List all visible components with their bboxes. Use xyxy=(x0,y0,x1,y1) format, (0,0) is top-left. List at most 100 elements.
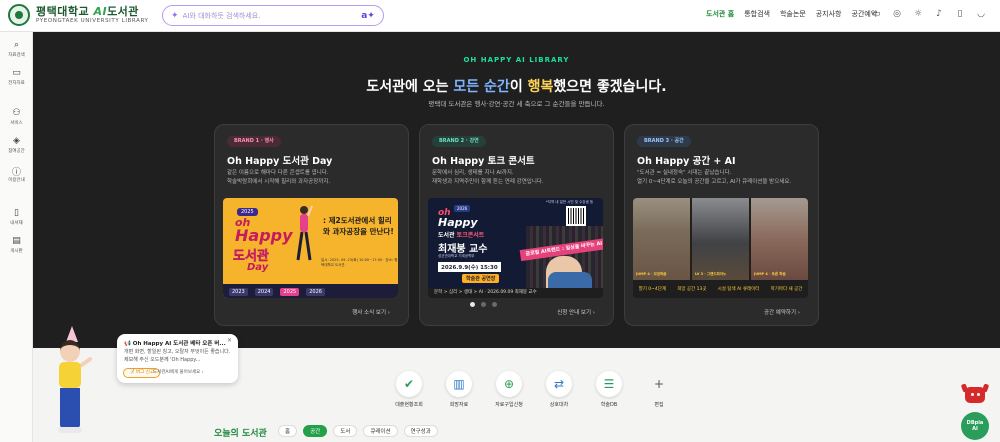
card-link[interactable]: 행사 소식 보기 › xyxy=(352,308,390,316)
bell-icon[interactable]: ♪ xyxy=(933,8,945,20)
cart-plus-icon: ⊕ xyxy=(496,371,522,397)
poster-year-tag: 2026 xyxy=(454,205,471,212)
shortcut-label: 상호대차 xyxy=(549,402,569,408)
card-description: 문학에서 심리, 생태를 지나 AI까지. 재학생과 지역주민이 함께 듣는 연… xyxy=(432,170,544,186)
card-title: Oh Happy 도서관 Day xyxy=(227,156,333,167)
theme-icon[interactable]: ☼ xyxy=(912,8,924,20)
poster-date: 2026.9.9(수) 15:30 xyxy=(438,262,501,272)
carousel-dot[interactable] xyxy=(492,302,497,307)
shortcut-purchase-request[interactable]: ⊕ 자료구입신청 xyxy=(484,371,534,408)
poster-happy: Happy xyxy=(438,216,478,229)
bubble-title: 📢 Oh Happy AI 도서관 베타 오픈 버... xyxy=(124,341,226,347)
close-icon[interactable]: ✕ xyxy=(227,337,232,344)
event-poster-image[interactable]: 2025 oh Happy 도서관 Day : 제2도서관에서 힐리와 과자공장… xyxy=(223,198,398,298)
poster-subtitle: 도서관 토크콘서트 xyxy=(438,232,485,239)
poster-caption: 문학 > 심리 > 생태 > AI · 2026.09.09 최재붕 교수 xyxy=(428,288,603,298)
sidebar-item-services[interactable]: ⚇ 서비스 xyxy=(0,108,33,126)
fab-line2: AI xyxy=(972,426,978,432)
card-link[interactable]: 공간 예약하기 › xyxy=(764,308,800,316)
open-book-icon: ▥ xyxy=(446,371,472,397)
ai-search-icon[interactable]: a✦ xyxy=(361,9,375,23)
globe-icon[interactable]: ◎ xyxy=(891,8,903,20)
today-filter-tabs: 홈 공간 도서 큐레이션 연구성과 xyxy=(278,425,444,437)
filter-tab-curation[interactable]: 큐레이션 xyxy=(363,425,398,437)
university-emblem-icon xyxy=(8,4,30,26)
sidebar-label: 참여공간 xyxy=(8,149,25,154)
translate-icon[interactable]: ▭ xyxy=(870,8,882,20)
space-photo: JUMP 4 · 모임학습 xyxy=(633,198,690,280)
ai-search-bar[interactable]: ✦ a✦ xyxy=(162,5,384,26)
assistant-bubble: 📢 Oh Happy AI 도서관 베타 오픈 버... 개편 화면, 할일된 … xyxy=(117,334,238,383)
sidebar-item-board[interactable]: ▤ 게시판 xyxy=(0,236,33,254)
sidebar-label: 전자자료 xyxy=(8,81,25,86)
shortcut-edit[interactable]: + 편집 xyxy=(634,371,684,408)
mascot-arm xyxy=(79,356,93,368)
logo-title: 평택대학교 AI도서관 xyxy=(36,4,139,18)
monitor-icon: ▭ xyxy=(12,68,21,78)
shortcut-interlibrary-loan[interactable]: ⇄ 상호대차 xyxy=(534,371,584,408)
left-sidebar: ⌕ 자료검색 ▭ 전자자료 ⚇ 서비스 ◈ 참여공간 ⓘ 이용안내 ▯ 내서재 … xyxy=(0,32,33,442)
sidebar-item-search[interactable]: ⌕ 자료검색 xyxy=(0,40,33,58)
sidebar-item-guide[interactable]: ⓘ 이용안내 xyxy=(0,165,33,183)
filter-tab-books[interactable]: 도서 xyxy=(333,425,358,437)
poster-place: 학술관 공연장 xyxy=(462,274,500,283)
sidebar-item-eresources[interactable]: ▭ 전자자료 xyxy=(0,68,33,86)
sidebar-label: 서비스 xyxy=(10,121,23,126)
shortcut-loan-status[interactable]: ✔ 대출현황조회 xyxy=(384,371,434,408)
nav-notices[interactable]: 공지사항 xyxy=(816,9,842,19)
shortcut-label: 대출현황조회 xyxy=(395,402,423,408)
sidebar-item-participation[interactable]: ◈ 참여공간 xyxy=(0,136,33,154)
layers-icon: ◈ xyxy=(13,136,20,146)
database-icon: ☰ xyxy=(596,371,622,397)
nav-home[interactable]: 도서관 홈 xyxy=(706,9,734,19)
quick-shortcuts: ✔ 대출현황조회 ▥ 희망자료 ⊕ 자료구입신청 ⇄ 상호대차 ☰ 학술DB +… xyxy=(384,371,684,408)
filter-tab-research[interactable]: 연구성과 xyxy=(403,425,438,437)
shortcut-wish-materials[interactable]: ▥ 희망자료 xyxy=(434,371,484,408)
brand-card-space[interactable]: BRAND 3 · 공간 Oh Happy 공간 + AI "도서관 = 실내정… xyxy=(624,124,819,326)
top-icons: ▭ ◎ ☼ ♪ ▯ ◡ xyxy=(870,8,996,20)
carousel-dot-active[interactable] xyxy=(470,302,475,307)
robot-mascot-icon[interactable] xyxy=(960,381,990,405)
space-photos[interactable]: JUMP 4 · 모임학습 LV 3 · 그랜드피아노 JUMP 4 · 토론 … xyxy=(633,198,808,298)
card-link[interactable]: 신청 안내 보기 › xyxy=(557,308,595,316)
poster-tag: *지역 내 일반 시민 및 수강생 등 xyxy=(546,200,594,204)
library-logo[interactable]: 평택대학교 AI도서관 PYEONGTAEK UNIVERSITY LIBRAR… xyxy=(8,4,149,26)
search-input[interactable] xyxy=(182,11,343,20)
check-shield-icon: ✔ xyxy=(396,371,422,397)
filter-tab-home[interactable]: 홈 xyxy=(278,425,298,437)
sidebar-item-my-library[interactable]: ▯ 내서재 xyxy=(0,208,33,226)
card-description: 같은 이름으로 해마다 다른 콘셉트를 엽니다. 학술박람회에서 시작해 힐리와… xyxy=(227,170,331,186)
poster-day: Day xyxy=(247,262,269,273)
brand-card-talk[interactable]: BRAND 2 · 강연 Oh Happy 토크 콘서트 문학에서 심리, 생태… xyxy=(419,124,614,326)
space-feature: 시설 탐색 AI 큐레이터 xyxy=(717,287,760,292)
year-tag: 2024 xyxy=(254,288,274,296)
shortcut-academic-db[interactable]: ☰ 학술DB xyxy=(584,371,634,408)
nav-integrated-search[interactable]: 통합검색 xyxy=(744,9,770,19)
plus-icon: + xyxy=(653,377,665,391)
bookshelf-icon: ▯ xyxy=(14,208,19,218)
dbpia-ai-button[interactable]: DBpia AI xyxy=(961,412,989,440)
brand-card-events[interactable]: BRAND 1 · 행사 Oh Happy 도서관 Day 같은 이름으로 해마… xyxy=(214,124,409,326)
carousel-dot[interactable] xyxy=(481,302,486,307)
profile-icon[interactable]: ◡ xyxy=(975,8,987,20)
mascot-torso xyxy=(59,362,81,388)
bookmark-icon[interactable]: ▯ xyxy=(954,8,966,20)
qr-code-icon xyxy=(566,206,586,226)
shortcut-label: 학술DB xyxy=(600,402,618,408)
year-tag: 2023 xyxy=(229,288,248,296)
shortcut-label: 자료구입신청 xyxy=(495,402,523,408)
mascot-legs xyxy=(60,388,80,428)
space-photo: LV 3 · 그랜드피아노 xyxy=(692,198,749,280)
talk-poster-image[interactable]: *지역 내 일반 시민 및 수강생 등 2026 oh Happy 도서관 토크… xyxy=(428,198,603,298)
card-description: "도서관 = 실내정숙" 시대는 끝났습니다. 열기 0~4단계로 오늘의 공간… xyxy=(637,170,792,186)
bubble-body: 개편 화면, 할일된 칭고, 오탈자 무엇이든 좋습니다. 제보해 주신 오드분… xyxy=(124,349,231,363)
board-icon: ▤ xyxy=(12,236,21,246)
info-icon: ⓘ xyxy=(11,168,21,178)
ask-ai-link[interactable]: 도서관AI에게 물어보세요 › xyxy=(153,369,203,375)
today-library-title: 오늘의 도서관 xyxy=(214,429,267,439)
filter-tab-space[interactable]: 공간 xyxy=(303,425,328,437)
nav-papers[interactable]: 학술논문 xyxy=(780,9,806,19)
users-icon: ⚇ xyxy=(12,108,21,118)
mascot-head xyxy=(60,340,80,362)
mascot-character[interactable] xyxy=(46,326,106,442)
